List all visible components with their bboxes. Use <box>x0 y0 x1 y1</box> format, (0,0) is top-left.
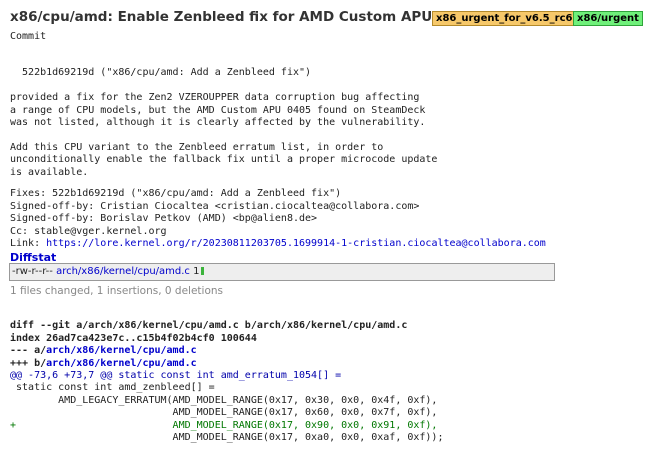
diffstat-row: -rw-r--r-- arch/x86/kernel/cpu/amd.c 1 <box>12 265 205 279</box>
commit-message-line <box>10 80 437 92</box>
change-count: 1 <box>193 266 200 277</box>
diff-context-line: AMD_LEGACY_ERRATUM(AMD_MODEL_RANGE(0x17,… <box>10 394 438 406</box>
diff-view: diff --git a/arch/x86/kernel/cpu/amd.c b… <box>10 308 443 457</box>
diff-added-line: + AMD_MODEL_RANGE(0x17, 0x90, 0x0, 0x91,… <box>10 419 438 431</box>
diff-index-line: index 26ad7ca423e7c..c15b4f02b4cf0 10064… <box>10 332 257 344</box>
trailer-signed-off-2: Signed-off-by: Borislav Petkov (AMD) <bp… <box>10 213 318 225</box>
hunk-header[interactable]: @@ -73,6 +73,7 @@ static const int amd_e… <box>10 370 443 382</box>
commit-message-line <box>10 129 437 141</box>
commit-header: x86/cpu/amd: Enable Zenbleed fix for AMD… <box>10 9 650 29</box>
commit-message-line: provided a fix for the Zen2 VZEROUPPER d… <box>10 92 420 104</box>
diff-git-line: diff --git a/arch/x86/kernel/cpu/amd.c b… <box>10 320 408 332</box>
commit-message-line: a range of CPU models, but the AMD Custo… <box>10 104 426 116</box>
commit-title: x86/cpu/amd: Enable Zenbleed fix for AMD… <box>10 9 475 25</box>
plus-prefix: +++ b/ <box>10 357 47 369</box>
commit-message-line: was not listed, although it is clearly a… <box>10 116 426 128</box>
trailer-cc: Cc: stable@vger.kernel.org <box>10 225 167 237</box>
branch-badge-urgent-rc6[interactable]: x86_urgent_for_v6.5_rc6 <box>432 11 577 26</box>
diff-context-line: AMD_MODEL_RANGE(0x17, 0xa0, 0x0, 0xaf, 0… <box>10 432 444 444</box>
commit-message-line: 522b1d69219d ("x86/cpu/amd: Add a Zenble… <box>10 67 312 79</box>
trailer-link: Link: https://lore.kernel.org/r/20230811… <box>10 238 546 250</box>
commit-message-line: unconditionally enable the fallback fix … <box>10 154 438 166</box>
lore-link[interactable]: https://lore.kernel.org/r/20230811203705… <box>46 238 546 249</box>
diff-minus-line: --- a/arch/x86/kernel/cpu/amd.c <box>10 345 443 357</box>
commit-message-line <box>10 55 437 67</box>
commit-message-line: Add this CPU variant to the Zenbleed err… <box>10 141 384 153</box>
commit-trailers: Fixes: 522b1d69219d ("x86/cpu/amd: Add a… <box>10 176 546 263</box>
diffstat-summary: 1 files changed, 1 insertions, 0 deletio… <box>10 285 223 297</box>
branch-badge-urgent[interactable]: x86/urgent <box>573 11 643 26</box>
link-prefix: Link: <box>10 238 47 250</box>
diff-plus-line: +++ b/arch/x86/kernel/cpu/amd.c <box>10 358 443 370</box>
trailer-signed-off-1: Signed-off-by: Cristian Ciocaltea <crist… <box>10 200 420 212</box>
trailer-fixes: Fixes: 522b1d69219d ("x86/cpu/amd: Add a… <box>10 188 342 200</box>
plus-file-link[interactable]: arch/x86/kernel/cpu/amd.c <box>46 358 197 369</box>
diff-context-line: AMD_MODEL_RANGE(0x17, 0x60, 0x0, 0x7f, 0… <box>10 407 438 419</box>
diffstat-file-link[interactable]: arch/x86/kernel/cpu/amd.c <box>56 266 190 277</box>
diffstat-table: -rw-r--r-- arch/x86/kernel/cpu/amd.c 1 <box>9 263 555 281</box>
diff-context-line: static const int amd_zenbleed[] = <box>10 382 215 394</box>
minus-prefix: --- a/ <box>10 345 47 357</box>
commit-label: Commit <box>10 31 47 42</box>
commit-message: 522b1d69219d ("x86/cpu/amd: Add a Zenble… <box>10 55 437 191</box>
file-mode: -rw-r--r-- <box>12 266 53 277</box>
insertions-bar <box>201 267 205 275</box>
minus-file-link[interactable]: arch/x86/kernel/cpu/amd.c <box>46 345 197 356</box>
